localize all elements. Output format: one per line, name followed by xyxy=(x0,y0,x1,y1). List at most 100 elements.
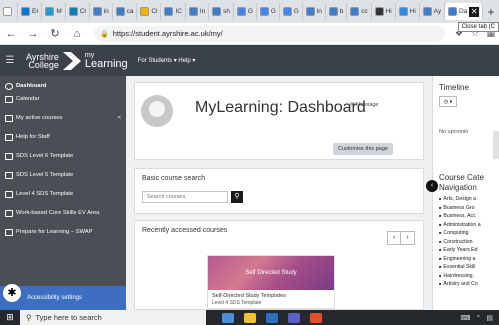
taskbar-app-icon[interactable] xyxy=(222,312,234,323)
course-pager: ‹ › xyxy=(387,231,415,245)
url-field[interactable]: 🔒 https://student.ayrshire.ac.uk/my/ xyxy=(94,25,445,42)
tab-favicon-icon xyxy=(68,7,78,16)
category-link[interactable]: Hairdressing, xyxy=(439,272,499,281)
browser-tab[interactable]: in xyxy=(90,3,113,20)
site-logo[interactable]: Ayrshire College my Learning xyxy=(26,51,128,71)
tab-favicon-icon xyxy=(140,7,150,16)
drawer-item[interactable]: Calendar xyxy=(0,93,126,106)
tab-label: IC xyxy=(175,8,182,15)
browser-tab[interactable] xyxy=(0,3,18,20)
drawer-item[interactable]: SDS Level 6 Template xyxy=(0,150,126,163)
course-name[interactable]: Self-Directed Study Templates xyxy=(208,290,334,299)
browser-tab[interactable]: sh xyxy=(209,3,234,20)
forward-icon[interactable]: → xyxy=(22,28,44,40)
drawer-item-label: Calendar xyxy=(16,96,40,102)
network-icon[interactable]: ▤ xyxy=(486,314,493,322)
nav-drawer: Dashboard Calendar My active courses < Help … xyxy=(0,76,126,310)
taskbar-app-icon[interactable] xyxy=(288,312,300,323)
drawer-item[interactable]: Dashboard xyxy=(0,76,126,93)
browser-tab[interactable]: G xyxy=(234,3,257,20)
block-drawer-toggle[interactable]: ‹ xyxy=(426,180,438,192)
drawer-item-label: Prepare for Learning – SWAP xyxy=(16,229,93,235)
recent-courses-card: Recently accessed courses ‹ › Self Direc… xyxy=(134,220,424,310)
category-link[interactable]: Administration a xyxy=(439,221,499,230)
course-card[interactable]: Self Directed Study Self-Directed Study … xyxy=(207,255,335,309)
browser-tab[interactable]: Da ✕ xyxy=(445,3,484,20)
course-search-input[interactable]: Search courses xyxy=(142,191,228,203)
graduation-cap-icon xyxy=(5,115,13,122)
taskbar-app-icon[interactable] xyxy=(244,312,256,323)
browser-tab[interactable]: M xyxy=(42,3,66,20)
accessibility-settings-button[interactable]: ✱ Accessibility settings xyxy=(0,284,126,310)
close-tab-icon[interactable]: ✕ xyxy=(469,6,480,17)
tab-label: Er xyxy=(32,8,39,15)
drawer-item[interactable]: Help for Staff xyxy=(0,131,126,144)
customise-page-button[interactable]: Customise this page xyxy=(333,143,393,155)
timeline-filter-select[interactable]: ◷ ▾ xyxy=(439,96,457,107)
taskbar-app-icon[interactable] xyxy=(310,312,322,323)
home-icon[interactable]: ⌂ xyxy=(66,28,88,40)
browser-tab[interactable]: Cl xyxy=(66,3,90,20)
browser-tab[interactable]: cc xyxy=(347,3,372,20)
tab-favicon-icon xyxy=(3,7,12,16)
tab-label: G xyxy=(270,8,276,15)
tab-favicon-icon xyxy=(259,7,269,16)
browser-tab[interactable]: ln xyxy=(303,3,326,20)
drawer-item-label: SDS Level 6 Template xyxy=(16,153,74,159)
category-link[interactable]: Early Years Ed xyxy=(439,246,499,255)
category-link[interactable]: Arts, Design a xyxy=(439,195,499,204)
category-link[interactable]: Business, Acc xyxy=(439,212,499,221)
new-tab-button[interactable]: + xyxy=(483,5,499,19)
category-link[interactable]: Business Gro xyxy=(439,204,499,213)
browser-tab[interactable]: G xyxy=(280,3,303,20)
browser-tab[interactable]: Hi xyxy=(396,3,420,20)
expand-arrow-icon[interactable]: < xyxy=(118,115,121,122)
chevron-up-icon[interactable]: ⌃ xyxy=(476,314,482,322)
browser-tab[interactable]: Er xyxy=(18,3,43,20)
previous-page-button[interactable]: ‹ xyxy=(388,232,401,244)
menu-toggle-icon[interactable]: ☰ xyxy=(0,55,20,66)
category-link[interactable]: Essential Skill xyxy=(439,263,499,272)
windows-start-icon[interactable]: ⊞ xyxy=(0,312,20,323)
timeline-image-placeholder xyxy=(493,131,499,159)
top-menu[interactable]: For Students ▾ Help ▾ xyxy=(138,57,196,64)
browser-tab[interactable]: Hi xyxy=(372,3,396,20)
browser-tab[interactable]: Ay xyxy=(420,3,446,20)
browser-tab[interactable]: b xyxy=(326,3,348,20)
tab-favicon-icon xyxy=(236,7,246,16)
reload-icon[interactable]: ↻ xyxy=(44,27,66,40)
tab-favicon-icon xyxy=(350,7,360,16)
brand-learning: Learning xyxy=(84,58,128,70)
drawer-item-label: Level 4 SDS Template xyxy=(16,191,74,197)
drawer-item[interactable]: Level 4 SDS Template xyxy=(0,188,126,201)
categories-title-2: Navigation xyxy=(439,183,477,192)
drawer-item[interactable]: SDS Level 5 Template xyxy=(0,169,126,182)
drawer-item[interactable]: Work-based Core Skills EV Area xyxy=(0,207,126,220)
taskbar-app-icon[interactable] xyxy=(266,312,278,323)
taskbar-search[interactable]: ⚲ Type here to search xyxy=(20,310,206,325)
category-link[interactable]: Engineering a xyxy=(439,255,499,264)
drawer-item[interactable]: My active courses < xyxy=(0,112,126,125)
keyboard-icon[interactable]: ⌨ xyxy=(460,314,470,322)
category-link[interactable]: Computing xyxy=(439,229,499,238)
folder-icon xyxy=(5,172,13,179)
browser-tab[interactable]: IC xyxy=(161,3,186,20)
browser-tab[interactable]: Cl xyxy=(137,3,162,20)
browser-tab[interactable]: ca xyxy=(113,3,138,20)
browser-tab[interactable]: In xyxy=(186,3,210,20)
drawer-item[interactable]: Prepare for Learning – SWAP xyxy=(0,226,126,239)
search-button[interactable]: ⚲ xyxy=(231,191,243,203)
next-page-button[interactable]: › xyxy=(401,232,414,244)
timeline-title: Timeline xyxy=(439,83,469,92)
category-link[interactable]: Artistry and Co xyxy=(439,280,499,289)
site-navbar: ☰ Ayrshire College my Learning For Stude… xyxy=(0,45,499,76)
browser-tab[interactable]: G xyxy=(257,3,280,20)
drawer-item-label: Help for Staff xyxy=(16,134,50,140)
category-link[interactable]: Construction xyxy=(439,238,499,247)
accessibility-icon: ✱ xyxy=(3,284,21,302)
tab-favicon-icon xyxy=(448,7,458,16)
windows-taskbar: ⊞ ⚲ Type here to search ⌨ ⌃ ▤ xyxy=(0,310,499,325)
address-bar: ← → ↻ ⌂ 🔒 https://student.ayrshire.ac.uk… xyxy=(0,23,499,45)
back-icon[interactable]: ← xyxy=(0,28,22,40)
message-link[interactable]: ✉ Message xyxy=(350,102,378,108)
